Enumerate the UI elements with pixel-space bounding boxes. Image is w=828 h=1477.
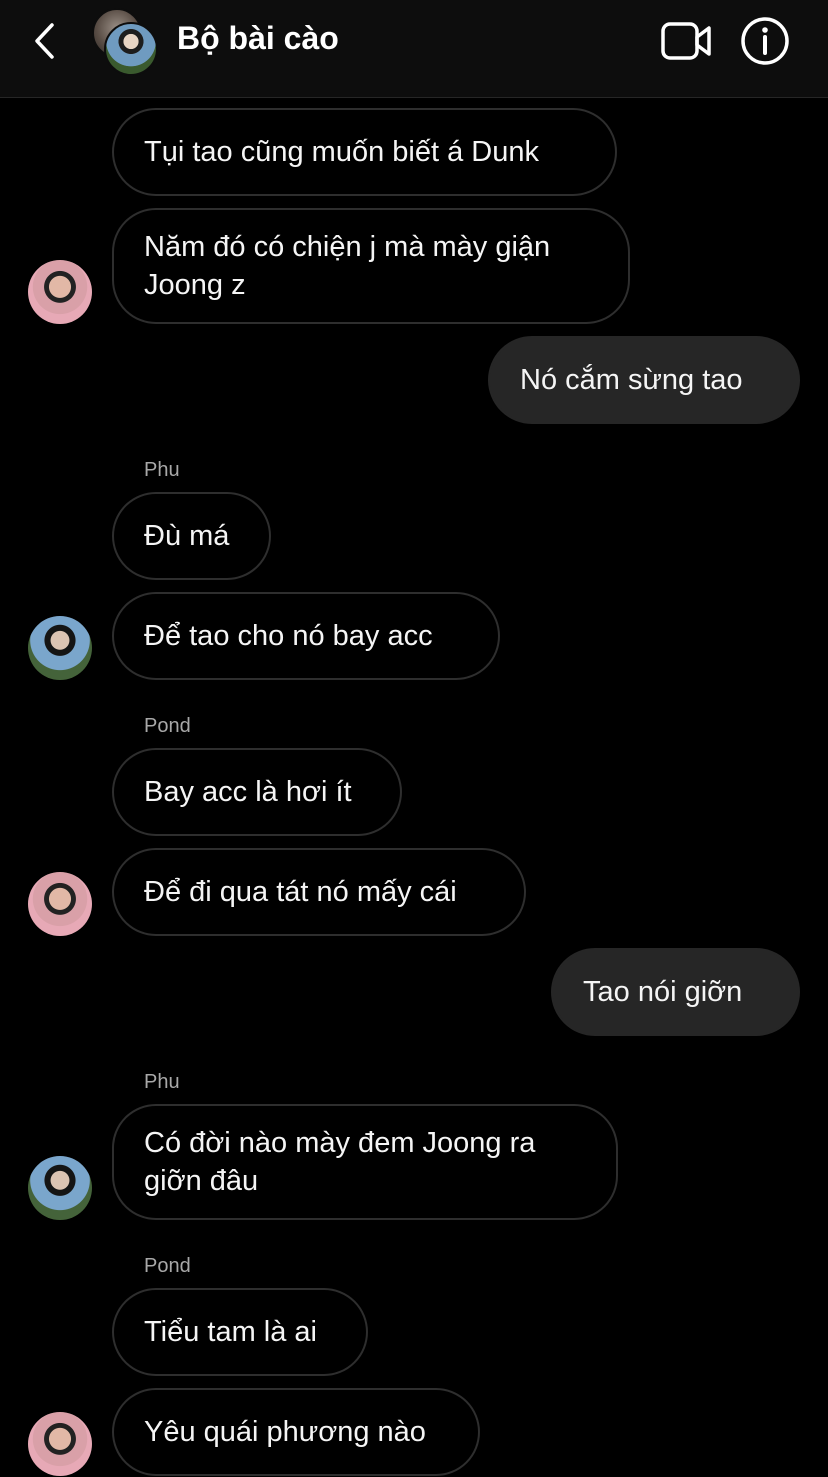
avatar[interactable] bbox=[28, 1156, 92, 1220]
message-bubble[interactable]: Có đời nào mày đem Joong ra giỡn đâu bbox=[112, 1104, 618, 1220]
avatar[interactable] bbox=[28, 872, 92, 936]
chevron-left-icon[interactable] bbox=[30, 22, 60, 60]
my-message-bubble[interactable]: Nó cắm sừng tao bbox=[488, 336, 800, 424]
sender-name: Pond bbox=[144, 1255, 191, 1277]
avatar bbox=[104, 22, 158, 76]
sender-name: Phu bbox=[144, 1071, 180, 1093]
avatar[interactable] bbox=[28, 260, 92, 324]
message-bubble[interactable]: Tụi tao cũng muốn biết á Dunk bbox=[112, 108, 617, 196]
message-bubble[interactable]: Yêu quái phương nào bbox=[112, 1388, 480, 1476]
message-bubble[interactable]: Bay acc là hơi ít bbox=[112, 748, 402, 836]
chat-header: Bộ bài cào bbox=[0, 0, 828, 98]
message-bubble[interactable]: Để tao cho nó bay acc bbox=[112, 592, 500, 680]
info-circle-icon[interactable] bbox=[740, 16, 790, 66]
chat-title[interactable]: Bộ bài cào bbox=[177, 20, 339, 57]
group-avatar[interactable] bbox=[92, 8, 158, 76]
my-message-bubble[interactable]: Tao nói giỡn bbox=[551, 948, 800, 1036]
avatar[interactable] bbox=[28, 1412, 92, 1476]
message-bubble[interactable]: Để đi qua tát nó mấy cái bbox=[112, 848, 526, 936]
message-bubble[interactable]: Đù má bbox=[112, 492, 271, 580]
avatar[interactable] bbox=[28, 616, 92, 680]
sender-name: Pond bbox=[144, 715, 191, 737]
video-camera-icon[interactable] bbox=[660, 20, 712, 62]
message-bubble[interactable]: Năm đó có chiện j mà mày giận Joong z bbox=[112, 208, 630, 324]
message-bubble[interactable]: Tiểu tam là ai bbox=[112, 1288, 368, 1376]
sender-name: Phu bbox=[144, 459, 180, 481]
